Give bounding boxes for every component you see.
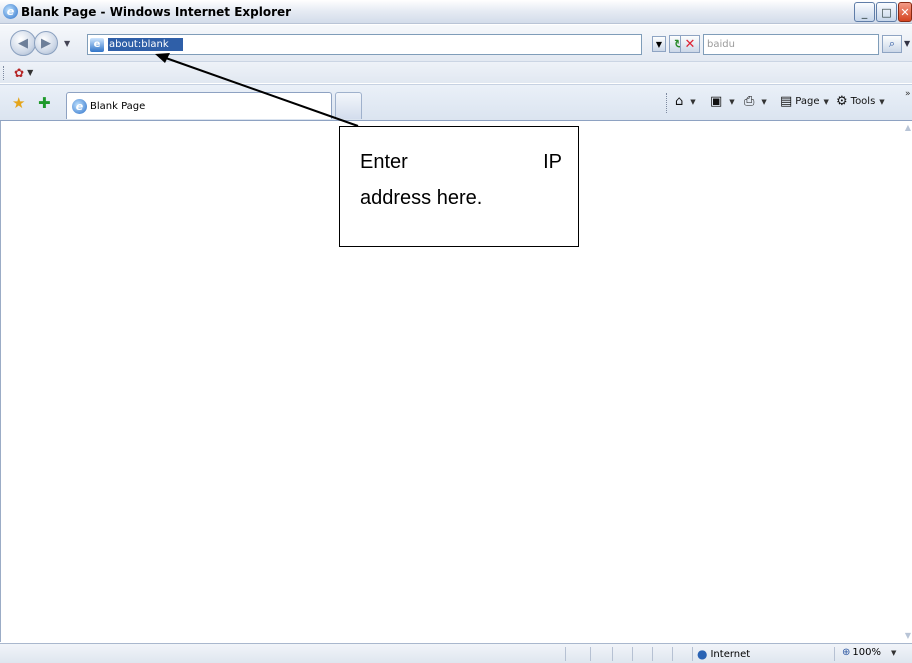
rss-feed-icon: ▣	[710, 94, 723, 109]
callout-line-2: address here.	[360, 187, 483, 209]
status-divider	[652, 647, 653, 661]
toolbar-separator	[666, 93, 667, 113]
search-input[interactable]	[707, 39, 867, 50]
zoom-level: 100%	[852, 647, 881, 658]
new-tab-button[interactable]	[335, 92, 362, 119]
chevron-down-icon: ▼	[655, 39, 663, 49]
home-icon: ⌂	[675, 94, 684, 109]
ie-logo-icon: e	[72, 98, 87, 114]
ie-logo-icon: e	[3, 4, 18, 19]
callout-word-enter: Enter	[360, 151, 408, 173]
search-options-dropdown[interactable]: ▼	[904, 39, 910, 48]
status-divider	[590, 647, 591, 661]
scroll-up-icon[interactable]: ▲	[905, 123, 911, 132]
tab-blank-page[interactable]: e Blank Page	[66, 92, 332, 119]
addon-dropdown[interactable]: ▼	[27, 68, 33, 77]
stop-button[interactable]: ✕	[680, 35, 700, 53]
globe-icon: ●	[697, 647, 708, 661]
search-box	[703, 34, 879, 55]
security-zone-label: Internet	[710, 648, 751, 660]
feeds-button[interactable]: ▣ ▼	[710, 94, 735, 109]
callout-line-1: Enter IP	[360, 144, 562, 180]
status-bar: ● Internet ⊕ 100% ▼	[0, 643, 912, 663]
page-menu-button[interactable]: ▤ Page ▼	[780, 94, 829, 109]
address-dropdown-button[interactable]: ▼	[652, 36, 666, 52]
close-icon: ✕	[900, 5, 910, 19]
page-icon: e	[90, 37, 104, 52]
tools-menu-label: Tools	[850, 96, 876, 107]
minimize-button[interactable]: _	[854, 2, 875, 22]
maximize-icon: □	[881, 5, 892, 19]
back-button[interactable]: ◀	[10, 30, 36, 56]
status-divider	[692, 647, 693, 661]
navigation-bar: ◀ ▶ ▼ e ▼ ↻ ✕ ⌕ ▼	[0, 25, 912, 61]
status-divider	[834, 647, 835, 661]
toolbar-overflow-chevron[interactable]: »	[905, 89, 911, 99]
security-zone[interactable]: ● Internet	[697, 647, 750, 661]
minimize-icon: _	[861, 5, 868, 19]
annotation-callout: Enter IP address here.	[339, 126, 579, 247]
toolbar-grip[interactable]	[3, 65, 6, 80]
stop-icon: ✕	[684, 36, 696, 52]
forward-arrow-icon: ▶	[41, 35, 51, 51]
tab-bar: ★ ✚ e Blank Page ⌂ ▼ ▣ ▼ ⎙ ▼ ▤ Page ▼ ⚙ Tools ▼…	[0, 84, 912, 121]
search-icon: ⌕	[888, 37, 896, 50]
scroll-down-icon[interactable]: ▼	[905, 631, 911, 640]
gear-icon: ⚙	[836, 94, 848, 109]
close-button[interactable]: ✕	[898, 2, 912, 22]
addon-icon[interactable]: ✿	[14, 66, 24, 80]
page-icon: ▤	[780, 94, 793, 109]
back-arrow-icon: ◀	[18, 35, 28, 51]
chevron-down-icon: ▼	[879, 97, 885, 106]
window-controls: _ □ ✕	[854, 2, 912, 22]
status-divider	[672, 647, 673, 661]
forward-button[interactable]: ▶	[34, 31, 58, 55]
zoom-control[interactable]: ⊕ 100% ▼	[842, 647, 896, 658]
maximize-button[interactable]: □	[876, 2, 897, 22]
favorites-star-icon[interactable]: ★	[12, 94, 25, 112]
zoom-icon: ⊕	[842, 647, 851, 658]
vertical-scrollbar[interactable]: ▲ ▼	[902, 121, 912, 642]
print-button[interactable]: ⎙ ▼	[744, 94, 767, 109]
add-to-favorites-icon[interactable]: ✚	[38, 94, 51, 112]
chevron-down-icon: ▼	[761, 97, 767, 106]
address-input[interactable]	[108, 38, 183, 51]
addon-toolbar: ✿ ▼	[0, 61, 912, 83]
status-divider	[565, 647, 566, 661]
page-menu-label: Page	[795, 96, 820, 107]
chevron-down-icon: ▼	[890, 648, 897, 657]
recent-pages-dropdown[interactable]: ▼	[64, 39, 70, 48]
status-divider	[632, 647, 633, 661]
window-title: Blank Page - Windows Internet Explorer	[21, 4, 292, 19]
search-button[interactable]: ⌕	[882, 35, 902, 53]
printer-icon: ⎙	[744, 94, 755, 109]
title-bar: e Blank Page - Windows Internet Explorer…	[0, 0, 912, 24]
status-divider	[612, 647, 613, 661]
chevron-down-icon: ▼	[823, 97, 829, 106]
tab-label: Blank Page	[90, 100, 146, 112]
tools-menu-button[interactable]: ⚙ Tools ▼	[836, 94, 885, 109]
chevron-down-icon: ▼	[729, 97, 735, 106]
callout-word-ip: IP	[543, 151, 562, 173]
address-bar: e	[87, 34, 642, 55]
home-button[interactable]: ⌂ ▼	[675, 94, 696, 109]
chevron-down-icon: ▼	[690, 97, 696, 106]
